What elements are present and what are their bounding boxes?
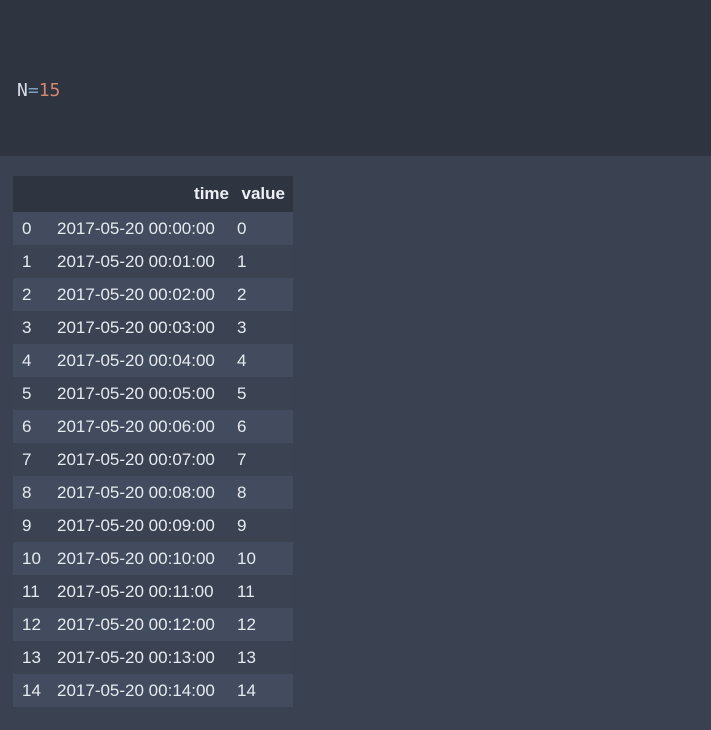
time-cell: 2017-05-20 00:05:00 <box>57 377 237 410</box>
output-cell: time value 0 2017-05-20 00:00:00 0 1 2017-05… <box>0 156 711 730</box>
time-cell: 2017-05-20 00:03:00 <box>57 311 237 344</box>
table-row: 1 2017-05-20 00:01:00 1 <box>13 245 293 278</box>
row-index-cell: 12 <box>13 608 57 641</box>
table-row: 12 2017-05-20 00:12:00 12 <box>13 608 293 641</box>
table-row: 5 2017-05-20 00:05:00 5 <box>13 377 293 410</box>
value-cell: 1 <box>237 245 293 278</box>
row-index-cell: 2 <box>13 278 57 311</box>
row-index-cell: 9 <box>13 509 57 542</box>
code-token: = <box>27 80 39 101</box>
table-row: 10 2017-05-20 00:10:00 10 <box>13 542 293 575</box>
table-row: 0 2017-05-20 00:00:00 0 <box>13 212 293 245</box>
value-cell: 8 <box>237 476 293 509</box>
row-index-cell: 8 <box>13 476 57 509</box>
row-index-cell: 3 <box>13 311 57 344</box>
value-cell: 3 <box>237 311 293 344</box>
table-row: 11 2017-05-20 00:11:00 11 <box>13 575 293 608</box>
value-cell: 5 <box>237 377 293 410</box>
value-cell: 0 <box>237 212 293 245</box>
row-index-cell: 1 <box>13 245 57 278</box>
code-cell[interactable]: N=15 times=pd.date_range( '2017-05-20',f… <box>0 0 711 398</box>
time-cell: 2017-05-20 00:06:00 <box>57 410 237 443</box>
time-cell: 2017-05-20 00:11:00 <box>57 575 237 608</box>
time-cell: 2017-05-20 00:00:00 <box>57 212 237 245</box>
time-cell: 2017-05-20 00:01:00 <box>57 245 237 278</box>
value-cell: 10 <box>237 542 293 575</box>
header-time: time <box>57 176 237 212</box>
value-cell: 7 <box>237 443 293 476</box>
value-cell: 14 <box>237 674 293 707</box>
table-row: 8 2017-05-20 00:08:00 8 <box>13 476 293 509</box>
table-row: 9 2017-05-20 00:09:00 9 <box>13 509 293 542</box>
dataframe-table: time value 0 2017-05-20 00:00:00 0 1 2017-05… <box>13 176 293 707</box>
row-index-cell: 10 <box>13 542 57 575</box>
table-row: 7 2017-05-20 00:07:00 7 <box>13 443 293 476</box>
time-cell: 2017-05-20 00:07:00 <box>57 443 237 476</box>
value-cell: 12 <box>237 608 293 641</box>
time-cell: 2017-05-20 00:02:00 <box>57 278 237 311</box>
time-cell: 2017-05-20 00:13:00 <box>57 641 237 674</box>
table-row: 3 2017-05-20 00:03:00 3 <box>13 311 293 344</box>
row-index-cell: 11 <box>13 575 57 608</box>
value-cell: 9 <box>237 509 293 542</box>
table-header-row: time value <box>13 176 293 212</box>
header-value: value <box>237 176 293 212</box>
table-row: 6 2017-05-20 00:06:00 6 <box>13 410 293 443</box>
row-index-cell: 7 <box>13 443 57 476</box>
table-row: 13 2017-05-20 00:13:00 13 <box>13 641 293 674</box>
value-cell: 11 <box>237 575 293 608</box>
row-index-cell: 14 <box>13 674 57 707</box>
table-row: 14 2017-05-20 00:14:00 14 <box>13 674 293 707</box>
row-index-cell: 0 <box>13 212 57 245</box>
time-cell: 2017-05-20 00:04:00 <box>57 344 237 377</box>
value-cell: 6 <box>237 410 293 443</box>
row-index-cell: 13 <box>13 641 57 674</box>
value-cell: 13 <box>237 641 293 674</box>
table-row: 2 2017-05-20 00:02:00 2 <box>13 278 293 311</box>
table-row: 4 2017-05-20 00:04:00 4 <box>13 344 293 377</box>
header-index <box>13 176 57 212</box>
time-cell: 2017-05-20 00:09:00 <box>57 509 237 542</box>
time-cell: 2017-05-20 00:14:00 <box>57 674 237 707</box>
time-cell: 2017-05-20 00:08:00 <box>57 476 237 509</box>
table-body: 0 2017-05-20 00:00:00 0 1 2017-05-20 00:01:0… <box>13 212 293 707</box>
row-index-cell: 4 <box>13 344 57 377</box>
row-index-cell: 5 <box>13 377 57 410</box>
code-token: 15 <box>38 80 61 101</box>
code-token: N <box>17 80 28 101</box>
row-index-cell: 6 <box>13 410 57 443</box>
code-line-1: N=15 <box>17 74 711 107</box>
value-cell: 2 <box>237 278 293 311</box>
time-cell: 2017-05-20 00:10:00 <box>57 542 237 575</box>
time-cell: 2017-05-20 00:12:00 <box>57 608 237 641</box>
value-cell: 4 <box>237 344 293 377</box>
